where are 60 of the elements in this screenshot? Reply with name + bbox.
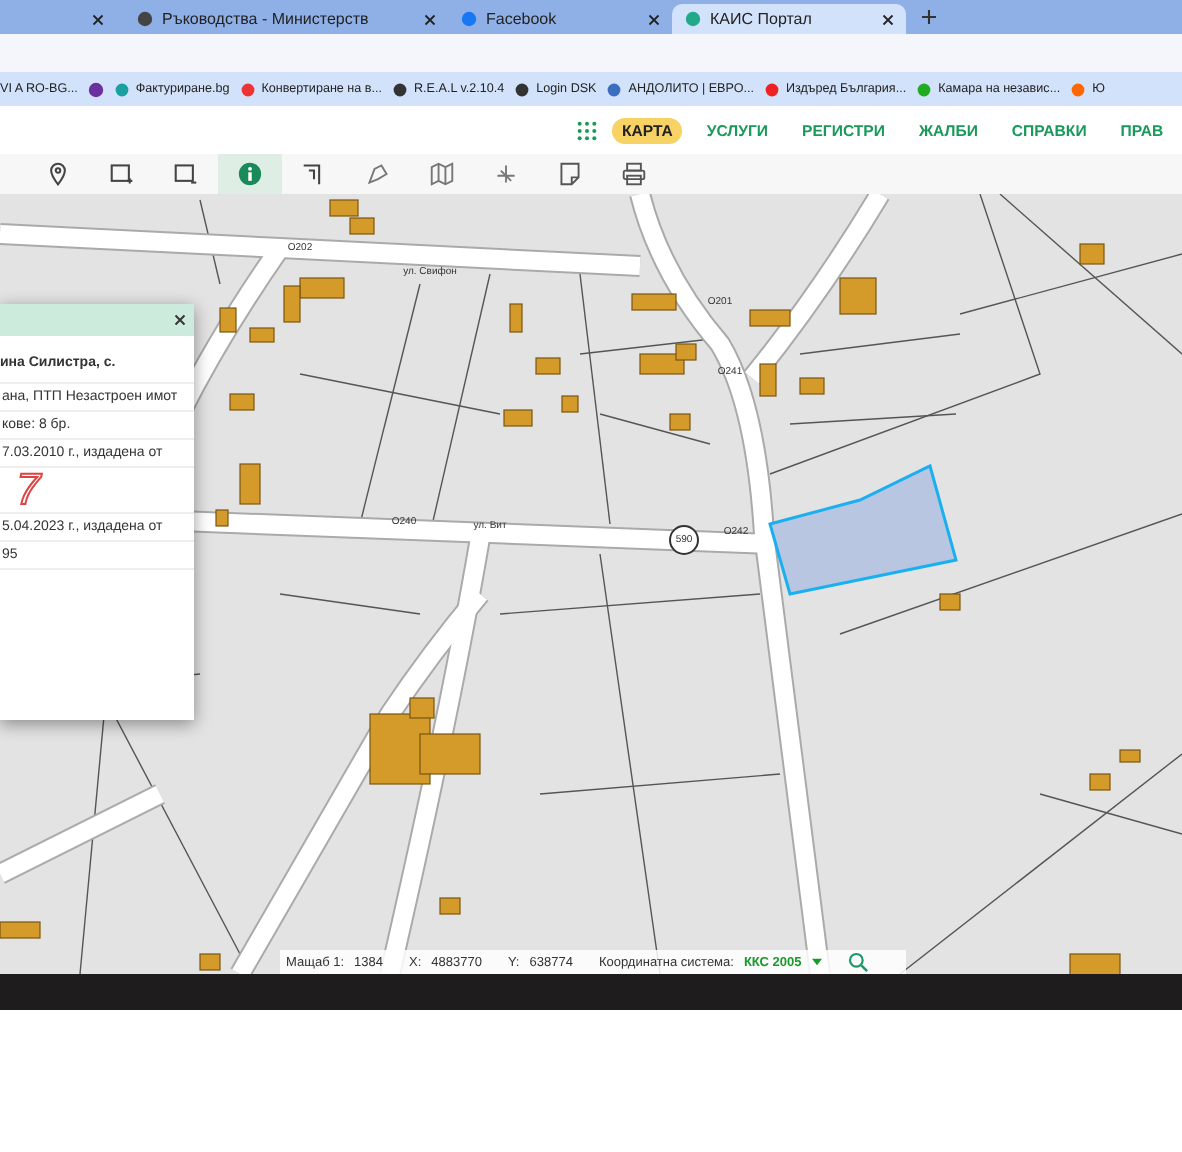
building <box>199 953 221 971</box>
building <box>799 377 825 395</box>
building <box>839 277 877 315</box>
search-icon[interactable] <box>847 952 868 972</box>
apps-grid-icon[interactable] <box>576 119 598 141</box>
building <box>503 409 533 427</box>
building <box>749 309 791 327</box>
favicon-icon <box>514 81 531 97</box>
building <box>1079 243 1105 265</box>
favicon-icon <box>916 81 933 97</box>
measure-icon <box>494 162 518 186</box>
site-icon <box>460 10 478 28</box>
favicon-icon <box>1070 81 1087 97</box>
building <box>239 463 261 505</box>
stamp-digit: 7 <box>0 468 194 514</box>
favicon-icon <box>392 81 408 97</box>
browser-tab[interactable]: КАИС Портал <box>672 4 906 34</box>
building <box>0 921 41 939</box>
building <box>509 303 523 333</box>
street-number-marker <box>669 525 699 555</box>
printer-icon <box>622 162 646 186</box>
pin-icon <box>46 162 70 186</box>
note-icon <box>558 162 582 186</box>
remove-rectangle-icon <box>174 162 198 186</box>
building <box>939 593 961 611</box>
building <box>219 307 237 333</box>
building <box>631 293 677 311</box>
close-icon[interactable] <box>882 13 894 25</box>
building <box>535 357 561 375</box>
building <box>759 363 777 397</box>
building <box>561 395 579 413</box>
map-icon <box>430 162 454 186</box>
building <box>349 217 375 235</box>
favicon-icon <box>113 81 130 97</box>
polyline-icon <box>302 162 326 186</box>
close-icon[interactable] <box>92 13 104 25</box>
favicon-icon <box>763 81 780 97</box>
favicon-icon <box>239 81 256 97</box>
building <box>1089 773 1111 791</box>
pencil-icon <box>366 162 390 186</box>
building <box>1119 749 1141 763</box>
site-icon <box>684 10 702 28</box>
bookmark-icon[interactable] <box>87 81 104 97</box>
favicon-icon <box>606 81 623 97</box>
building <box>439 897 461 915</box>
add-rectangle-icon <box>110 162 134 186</box>
building <box>215 509 229 527</box>
info-icon <box>238 162 262 186</box>
close-icon[interactable] <box>648 13 660 25</box>
caret-icon[interactable] <box>811 958 822 966</box>
close-icon[interactable] <box>174 314 186 326</box>
browser-tab[interactable]: Facebook <box>448 4 672 34</box>
close-icon[interactable] <box>424 13 436 25</box>
building <box>329 199 359 217</box>
building <box>669 413 691 431</box>
building <box>249 327 275 343</box>
site-icon <box>136 10 154 28</box>
new-tab-icon[interactable] <box>922 10 936 24</box>
building <box>229 393 255 411</box>
browser-tab[interactable]: Ръководства - Министерств <box>124 4 448 34</box>
